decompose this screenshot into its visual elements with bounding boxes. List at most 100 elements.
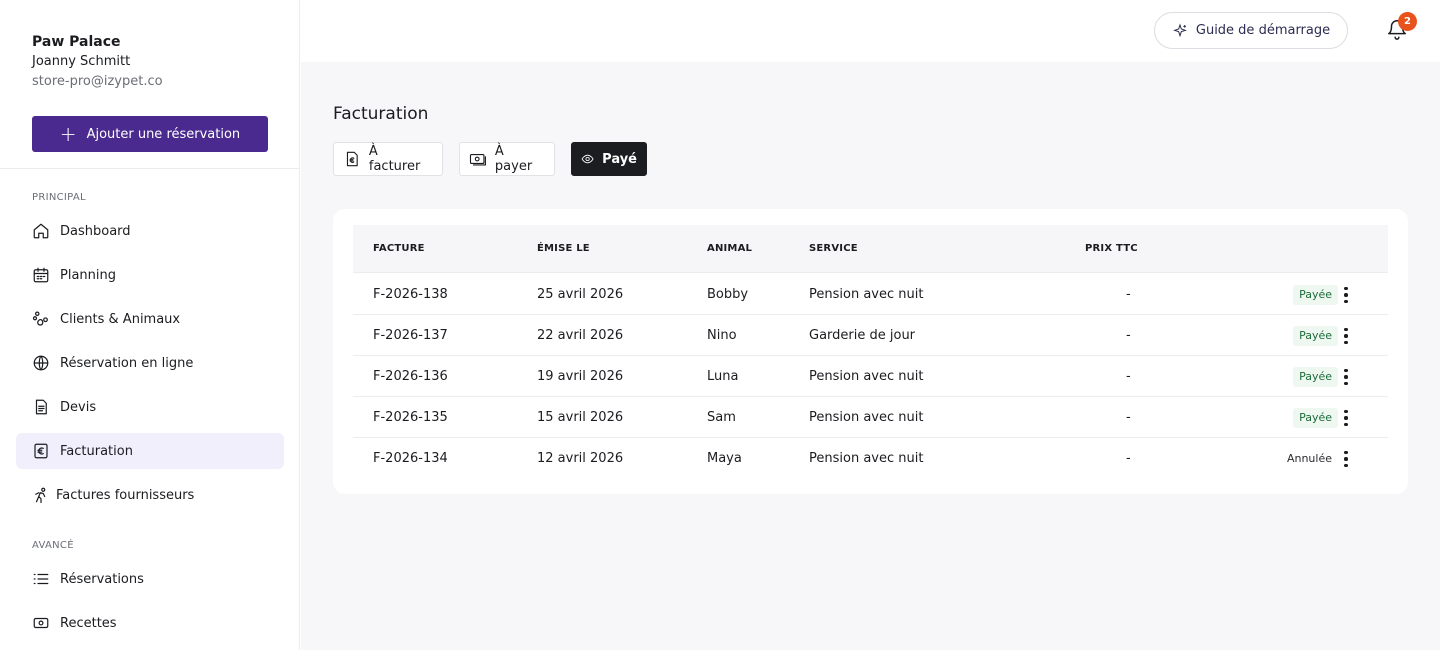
section-label-avance: AVANCÉ [32,540,74,551]
status-badge: Annulée [1280,449,1338,469]
cell-date: 19 avril 2026 [537,369,624,384]
cell-animal: Maya [707,451,742,466]
sidebar-item-label: Devis [60,399,97,415]
sidebar-item-label: Réservation en ligne [60,355,194,371]
sidebar-item-label: Réservations [60,571,144,587]
sidebar-item-label: Dashboard [60,223,131,239]
globe-icon [33,355,49,371]
status-badge: Payée [1293,408,1338,428]
invoice-euro-icon [346,151,358,167]
supplier-icon [35,487,46,504]
more-options-icon[interactable] [1336,366,1356,388]
cell-facture: F-2026-134 [373,451,448,466]
more-options-icon[interactable] [1336,284,1356,306]
cell-service: Garderie de jour [809,328,916,343]
plus-icon: + [59,122,77,146]
user-email: store-pro@izypet.co [32,74,163,89]
cell-date: 12 avril 2026 [537,451,624,466]
column-header-animal: ANIMAL [707,243,753,254]
cell-facture: F-2026-138 [373,287,448,302]
cell-date: 22 avril 2026 [537,328,624,343]
column-header-service: SERVICE [809,243,858,254]
cell-facture: F-2026-136 [373,369,448,384]
more-options-icon[interactable] [1336,448,1356,470]
sidebar-item-facturation[interactable]: Facturation [16,433,284,469]
column-header-facture: FACTURE [373,243,425,254]
table-row[interactable]: F-2026-138 25 avril 2026 Bobby Pension a… [353,274,1388,315]
status-badge: Payée [1293,367,1338,387]
cell-date: 25 avril 2026 [537,287,624,302]
money-icon [469,153,486,166]
home-icon [33,223,49,239]
user-name: Joanny Schmitt [32,54,131,69]
sidebar-item-recettes[interactable]: Recettes [16,605,284,641]
notification-badge: 2 [1398,12,1417,31]
cell-service: Pension avec nuit [809,410,924,425]
invoice-table-card: FACTURE ÉMISE LE ANIMAL SERVICE PRIX TTC… [333,209,1408,494]
tab-a-payer[interactable]: À payer [459,142,555,176]
guide-button[interactable]: Guide de démarrage [1154,12,1348,49]
add-reservation-button[interactable]: + Ajouter une réservation [32,116,268,152]
sidebar-item-planning[interactable]: Planning [16,257,284,293]
guide-label: Guide de démarrage [1195,23,1331,38]
cell-animal: Bobby [707,287,749,302]
page-title: Facturation [333,104,429,124]
cell-service: Pension avec nuit [809,451,924,466]
cell-animal: Luna [707,369,739,384]
brand-name: Paw Palace [32,34,121,50]
table-row[interactable]: F-2026-136 19 avril 2026 Luna Pension av… [353,356,1388,397]
more-options-icon[interactable] [1336,407,1356,429]
cell-animal: Sam [707,410,736,425]
table-header: FACTURE ÉMISE LE ANIMAL SERVICE PRIX TTC [353,225,1388,273]
sidebar-item-reservation-en-ligne[interactable]: Réservation en ligne [16,345,284,381]
sidebar-item-label: Planning [60,267,116,283]
table-row[interactable]: F-2026-135 15 avril 2026 Sam Pension ave… [353,397,1388,438]
cell-service: Pension avec nuit [809,287,924,302]
eye-icon [581,154,594,164]
status-badge: Payée [1293,285,1338,305]
cell-prix: - [1126,369,1131,384]
cell-service: Pension avec nuit [809,369,924,384]
cash-icon [33,617,49,629]
cell-prix: - [1126,328,1131,343]
column-header-emise-le: ÉMISE LE [537,243,590,254]
sidebar-item-label: Recettes [60,615,117,631]
tab-label: Payé [602,151,637,167]
sidebar: Paw Palace Joanny Schmitt store-pro@izyp… [0,0,300,650]
calendar-icon [33,267,49,283]
tab-label: À facturer [368,144,421,174]
column-header-prix-ttc: PRIX TTC [1085,243,1138,254]
status-badge: Payée [1293,326,1338,346]
cell-prix: - [1126,410,1131,425]
tab-label: À payer [494,144,533,174]
cell-prix: - [1126,287,1131,302]
tab-a-facturer[interactable]: À facturer [333,142,443,176]
cell-date: 15 avril 2026 [537,410,624,425]
cell-facture: F-2026-135 [373,410,448,425]
sidebar-item-label: Factures fournisseurs [56,487,195,503]
document-icon [35,399,47,415]
sidebar-item-label: Facturation [60,443,133,459]
brand-block: Paw Palace Joanny Schmitt store-pro@izyp… [0,0,299,92]
cell-prix: - [1126,451,1131,466]
sidebar-item-clients-animaux[interactable]: Clients & Animaux [16,301,284,337]
sidebar-divider [0,168,300,169]
sidebar-item-dashboard[interactable]: Dashboard [16,213,284,249]
main-content: Facturation À facturer À payer Payé FACT… [301,62,1440,650]
cell-animal: Nino [707,328,737,343]
cell-facture: F-2026-137 [373,328,448,343]
add-reservation-label: Ajouter une réservation [86,126,241,142]
section-label-principal: PRINCIPAL [32,192,86,203]
sidebar-item-label: Clients & Animaux [60,311,181,327]
sidebar-item-devis[interactable]: Devis [16,389,284,425]
tab-paye[interactable]: Payé [571,142,647,176]
table-row[interactable]: F-2026-137 22 avril 2026 Nino Garderie d… [353,315,1388,356]
paw-icon [32,311,48,326]
sparkle-icon [1172,22,1187,37]
euro-icon [34,443,48,459]
more-options-icon[interactable] [1336,325,1356,347]
list-icon [33,573,49,585]
sidebar-item-reservations[interactable]: Réservations [16,561,284,597]
sidebar-item-factures-fournisseurs[interactable]: Factures fournisseurs [16,477,284,513]
table-row[interactable]: F-2026-134 12 avril 2026 Maya Pension av… [353,438,1388,479]
